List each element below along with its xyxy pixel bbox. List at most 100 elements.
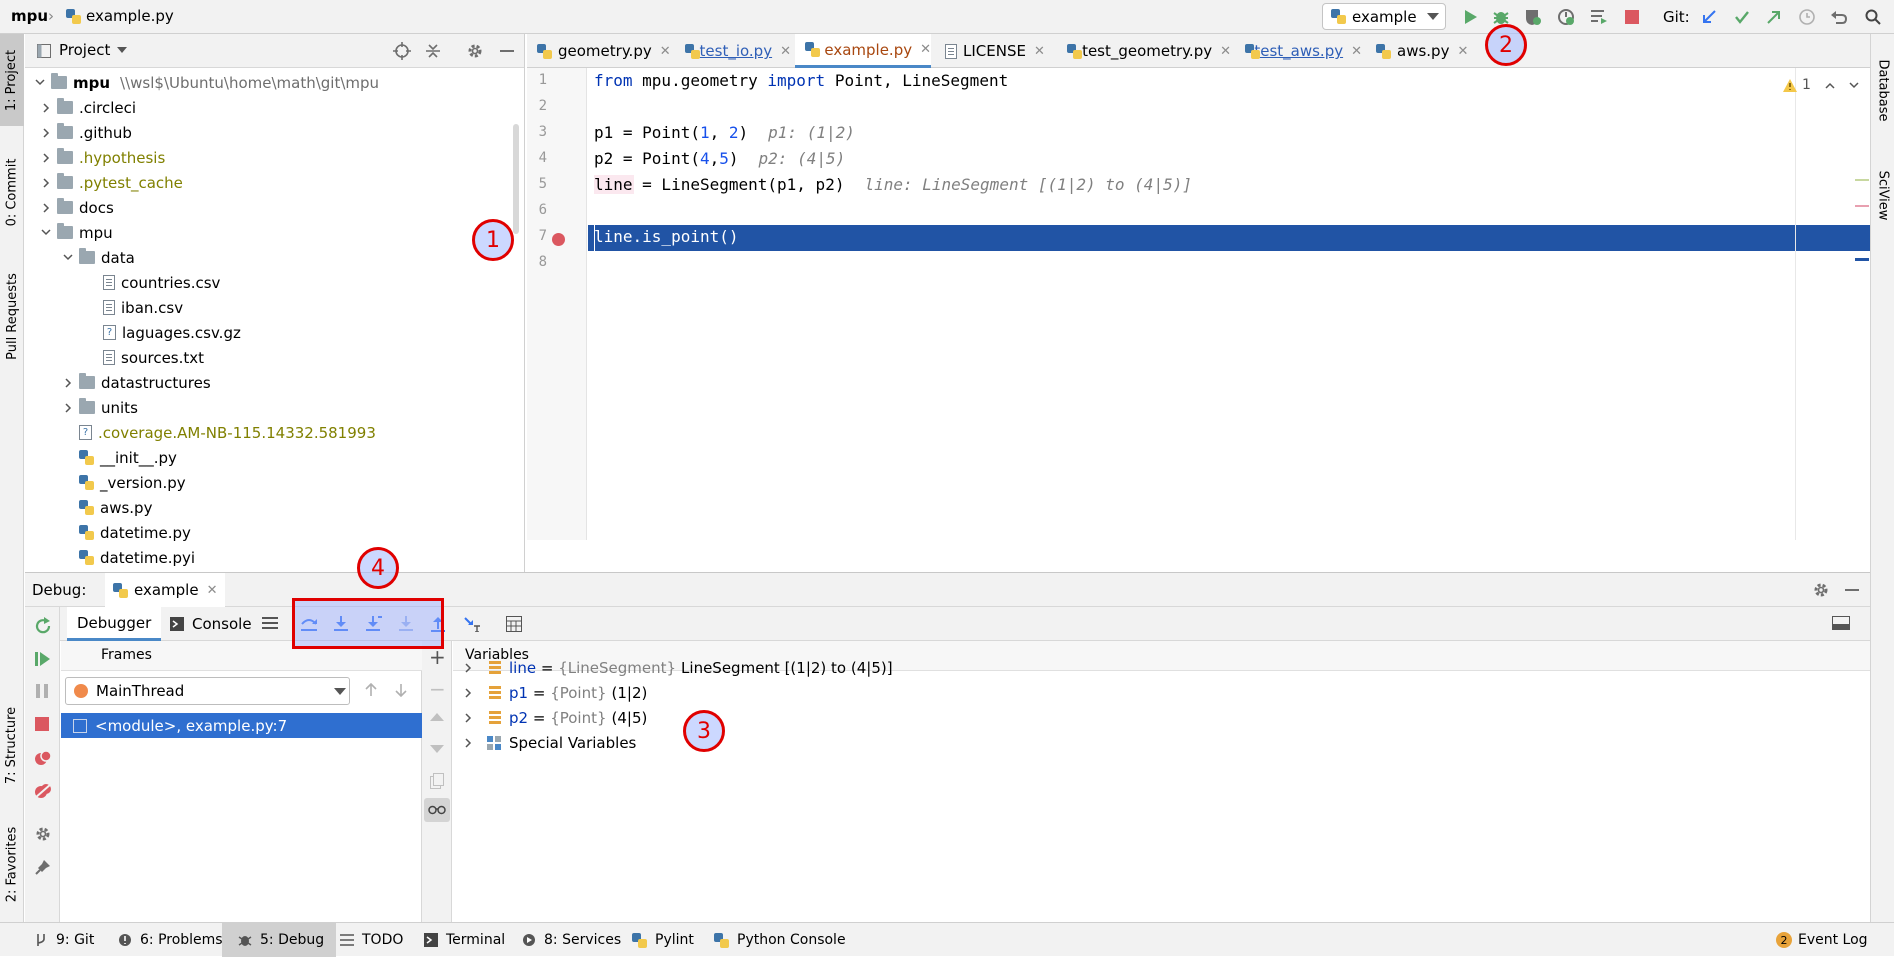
layout-settings-icon[interactable]: [1832, 616, 1850, 632]
tab-project[interactable]: 1: Project: [0, 34, 24, 126]
tab-test-io-py[interactable]: test_io.py ✕: [675, 34, 791, 68]
tab-pull-requests[interactable]: Pull Requests: [0, 256, 24, 376]
tree-item[interactable]: _version.py: [61, 470, 186, 495]
close-icon[interactable]: ✕: [1034, 44, 1045, 59]
tree-item[interactable]: __init__.py: [61, 445, 177, 470]
git-commit-icon[interactable]: [1732, 7, 1752, 27]
status-terminal[interactable]: Terminal: [424, 923, 505, 957]
gear-icon[interactable]: [34, 825, 52, 843]
evaluate-expression-icon[interactable]: [506, 616, 522, 632]
run-concurrency-icon[interactable]: [1589, 7, 1609, 27]
status-event-log[interactable]: 2 Event Log: [1776, 923, 1868, 957]
history-icon[interactable]: [1797, 7, 1817, 27]
special-variables-row[interactable]: Special Variables: [461, 730, 636, 755]
close-icon[interactable]: ✕: [660, 44, 671, 59]
git-push-icon[interactable]: [1764, 7, 1784, 27]
tree-item[interactable]: datastructures: [61, 370, 211, 395]
stop-icon[interactable]: [35, 717, 49, 731]
layout-menu-icon[interactable]: [262, 616, 278, 630]
tab-test-geometry-py[interactable]: test_geometry.py ✕: [1057, 34, 1231, 68]
chevron-right-icon[interactable]: [39, 176, 53, 190]
variable-row[interactable]: line = {LineSegment} LineSegment [(1|2) t…: [461, 655, 893, 680]
tree-item[interactable]: .circleci: [39, 95, 136, 120]
frame-row[interactable]: <module>, example.py:7: [61, 713, 422, 738]
status-python-console[interactable]: Python Console: [714, 923, 846, 957]
chevron-right-icon[interactable]: [39, 126, 53, 140]
tree-item[interactable]: aws.py: [61, 495, 152, 520]
tab-test-aws-py[interactable]: test_aws.py ✕: [1235, 34, 1362, 68]
tree-item[interactable]: ? laguages.csv.gz: [85, 320, 241, 345]
run-icon[interactable]: [1461, 7, 1481, 27]
chevron-right-icon[interactable]: [61, 401, 75, 415]
hide-icon[interactable]: [1844, 581, 1860, 599]
mute-breakpoints-icon[interactable]: [34, 783, 52, 799]
coverage-icon[interactable]: [1523, 7, 1543, 27]
chevron-right-icon[interactable]: [39, 101, 53, 115]
close-icon[interactable]: ✕: [1351, 44, 1362, 59]
locate-icon[interactable]: [393, 42, 411, 60]
project-panel-title[interactable]: Project: [59, 41, 110, 59]
tree-item[interactable]: sources.txt: [85, 345, 204, 370]
tree-item[interactable]: data: [61, 245, 135, 270]
tree-item[interactable]: iban.csv: [85, 295, 183, 320]
tree-item[interactable]: .pytest_cache: [39, 170, 183, 195]
chevron-right-icon[interactable]: [39, 201, 53, 215]
stop-icon[interactable]: [1622, 7, 1642, 27]
tree-item[interactable]: ? .coverage.AM-NB-115.14332.581993: [61, 420, 376, 445]
next-frame-icon[interactable]: [394, 683, 408, 697]
chevron-right-icon[interactable]: [39, 151, 53, 165]
code-editor[interactable]: 1 from mpu.geometry import Point, LineSe…: [588, 68, 1870, 540]
tab-console[interactable]: Console: [170, 607, 252, 641]
chevron-right-icon[interactable]: [461, 686, 475, 700]
status-git[interactable]: 9: Git: [34, 923, 94, 957]
tree-item[interactable]: docs: [39, 195, 114, 220]
pin-icon[interactable]: [35, 859, 51, 875]
tab-favorites[interactable]: 2: Favorites: [0, 814, 24, 914]
status-problems[interactable]: 6: Problems: [118, 923, 223, 957]
move-up-icon[interactable]: [430, 713, 444, 721]
tab-structure[interactable]: 7: Structure: [0, 690, 24, 800]
status-services[interactable]: 8: Services: [522, 923, 621, 957]
tree-item[interactable]: units: [61, 395, 138, 420]
resume-icon[interactable]: [35, 651, 51, 667]
close-icon[interactable]: ✕: [207, 583, 218, 598]
close-icon[interactable]: ✕: [1220, 44, 1231, 59]
tree-item[interactable]: datetime.py: [61, 520, 191, 545]
tab-sciview[interactable]: SciView: [1871, 150, 1894, 240]
chevron-right-icon[interactable]: [61, 376, 75, 390]
breadcrumb-project[interactable]: mpu: [11, 7, 48, 25]
tab-debugger[interactable]: Debugger: [67, 607, 162, 641]
variable-row[interactable]: p2 = {Point} (4|5): [461, 705, 647, 730]
run-to-cursor-icon[interactable]: [463, 616, 481, 632]
collapse-all-icon[interactable]: [424, 42, 442, 60]
status-pylint[interactable]: Pylint: [632, 923, 694, 957]
rollback-icon[interactable]: [1829, 7, 1849, 27]
close-icon[interactable]: ✕: [780, 44, 791, 59]
chevron-down-icon[interactable]: [117, 47, 127, 54]
pause-icon[interactable]: [35, 684, 49, 698]
inspection-widget[interactable]: 1: [1783, 77, 1859, 93]
chevron-down-icon[interactable]: [1849, 81, 1859, 89]
tree-item[interactable]: .hypothesis: [39, 145, 165, 170]
rerun-icon[interactable]: [34, 617, 52, 635]
gear-icon[interactable]: [1812, 581, 1830, 599]
tree-item[interactable]: .github: [39, 120, 132, 145]
tab-example-py[interactable]: example.py ✕: [795, 34, 931, 68]
chevron-down-icon[interactable]: [61, 251, 75, 265]
tab-aws-py[interactable]: aws.py ✕: [1366, 34, 1471, 68]
tree-item[interactable]: mpu: [39, 220, 113, 245]
add-watch-icon[interactable]: +: [429, 647, 446, 667]
tree-item[interactable]: countries.csv: [85, 270, 220, 295]
view-breakpoints-icon[interactable]: [34, 750, 52, 766]
tab-license[interactable]: LICENSE ✕: [935, 34, 1053, 68]
run-configuration-select[interactable]: example: [1322, 3, 1446, 30]
move-down-icon[interactable]: [430, 745, 444, 753]
tab-commit[interactable]: 0: Commit: [0, 144, 24, 240]
git-update-icon[interactable]: [1699, 7, 1719, 27]
previous-frame-icon[interactable]: [364, 683, 378, 697]
tab-debug-session[interactable]: example ✕: [105, 573, 226, 607]
chevron-right-icon[interactable]: [461, 711, 475, 725]
glasses-icon[interactable]: [424, 798, 450, 822]
thread-select[interactable]: MainThread: [65, 677, 350, 705]
variable-row[interactable]: p1 = {Point} (1|2): [461, 680, 647, 705]
